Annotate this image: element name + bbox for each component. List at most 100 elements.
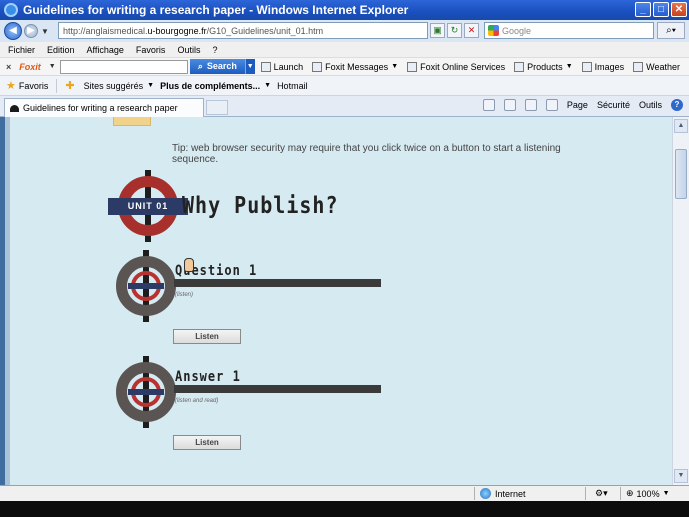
compatibility-icon[interactable]: ▣ — [430, 23, 445, 38]
favorites-button[interactable]: Favoris — [19, 81, 49, 91]
foxit-search-button[interactable]: ⌕ Search — [189, 59, 245, 74]
mail-icon[interactable] — [524, 99, 537, 111]
magnifier-icon: ⌕ — [197, 61, 203, 71]
back-button[interactable]: ◀ — [4, 22, 22, 40]
minimize-icon[interactable]: _ — [635, 2, 651, 17]
page-content: Tip: web browser security may require th… — [0, 117, 689, 485]
roundel-bar — [128, 389, 164, 395]
favorites-star-icon: ★ — [6, 80, 16, 92]
scroll-up-icon[interactable]: ▲ — [674, 119, 688, 133]
foxit-search-label: Search — [206, 61, 237, 71]
online-services-icon — [407, 61, 418, 72]
scroll-down-icon[interactable]: ▼ — [674, 469, 688, 483]
add-favorite-icon[interactable]: ✚ — [65, 79, 74, 92]
help-icon[interactable]: ? — [671, 99, 683, 111]
scroll-thumb[interactable] — [675, 149, 687, 199]
close-icon[interactable]: ✕ — [671, 2, 687, 17]
messages-icon — [312, 61, 323, 72]
new-tab-button[interactable] — [206, 100, 228, 115]
foxit-logo[interactable]: Foxit — [19, 62, 41, 72]
question-underline — [174, 279, 381, 287]
print-icon[interactable] — [545, 99, 558, 111]
suggested-sites-link[interactable]: Sites suggérés — [84, 81, 144, 91]
home-icon[interactable] — [482, 99, 495, 111]
search-input[interactable]: Google — [484, 22, 654, 39]
divider — [474, 487, 475, 500]
unit-title: Why Publish? — [182, 191, 339, 219]
images-icon — [581, 61, 592, 72]
more-addons-link[interactable]: Plus de compléments... — [160, 81, 260, 91]
foxit-images[interactable]: Images — [581, 61, 624, 72]
menu-edition[interactable]: Edition — [47, 45, 75, 55]
address-bar[interactable]: http://anglaismedical. u-bourgogne.fr/G10… — [58, 22, 428, 39]
unit-badge: UNIT 01 — [108, 198, 188, 215]
refresh-icon[interactable]: ↻ — [447, 23, 462, 38]
zone-label: Internet — [495, 488, 526, 499]
tip-text: Tip: web browser security may require th… — [172, 143, 561, 165]
url-domain: u-bourgogne.fr — [147, 25, 207, 36]
foxit-messages-label: Foxit Messages — [325, 61, 389, 72]
page-favicon-icon — [10, 104, 19, 112]
foxit-search-dropdown-icon[interactable]: ▼ — [244, 59, 255, 74]
forward-button[interactable]: ▶ — [24, 24, 38, 38]
chevron-down-icon: ▼ — [391, 63, 399, 70]
products-icon — [514, 61, 525, 72]
stop-icon[interactable]: ✕ — [464, 23, 479, 38]
question-subtitle: (listen) — [175, 292, 194, 298]
tab-row: Guidelines for writing a research paper … — [0, 95, 689, 117]
top-tab-decoration — [113, 117, 151, 126]
security-menu[interactable]: Sécurité — [597, 100, 630, 110]
answer-listen-button[interactable]: Listen — [173, 435, 241, 450]
divider — [620, 487, 621, 500]
foxit-dropdown-icon[interactable]: ▼ — [49, 63, 56, 70]
foxit-launch[interactable]: Launch — [260, 61, 303, 72]
foxit-toolbar: × Foxit ▼ ⌕ Search ▼ Launch Foxit Messag… — [0, 57, 689, 75]
search-placeholder: Google — [502, 25, 532, 36]
maximize-icon[interactable]: □ — [653, 2, 669, 17]
taskbar — [0, 501, 689, 517]
question-listen-button[interactable]: Listen — [173, 329, 241, 344]
menu-bar: Fichier Edition Affichage Favoris Outils… — [0, 42, 689, 57]
search-icon[interactable]: ⌕▾ — [657, 22, 685, 39]
chevron-down-icon: ▼ — [147, 82, 155, 89]
globe-icon — [480, 488, 491, 499]
roundel-bar — [128, 283, 164, 289]
tools-menu[interactable]: Outils — [639, 100, 662, 110]
foxit-weather-label: Weather — [646, 61, 680, 72]
foxit-online-services[interactable]: Foxit Online Services — [407, 61, 506, 72]
page-menu[interactable]: Page — [567, 100, 588, 110]
answer-underline — [174, 385, 381, 393]
foxit-online-services-label: Foxit Online Services — [420, 61, 506, 72]
tab-active[interactable]: Guidelines for writing a research paper — [4, 98, 204, 117]
url-prefix: http://anglaismedical. — [63, 25, 148, 36]
security-zone[interactable]: Internet — [480, 488, 526, 499]
menu-fichier[interactable]: Fichier — [8, 45, 35, 55]
hand-cursor-icon — [184, 258, 194, 272]
foxit-close-icon[interactable]: × — [6, 62, 11, 72]
window-controls: _ □ ✕ — [635, 2, 687, 17]
foxit-products[interactable]: Products ▼ — [514, 61, 573, 72]
chevron-down-icon: ▼ — [662, 490, 670, 497]
feeds-icon[interactable] — [503, 99, 516, 111]
protected-mode-icon[interactable]: ⚙▾ — [595, 488, 608, 499]
menu-affichage[interactable]: Affichage — [87, 45, 124, 55]
divider — [56, 78, 58, 93]
left-band — [5, 117, 10, 485]
favorites-bar: ★ Favoris ✚ Sites suggérés ▼ Plus de com… — [0, 75, 689, 95]
address-row: ◀ ▶ ▼ http://anglaismedical. u-bourgogne.… — [0, 20, 689, 42]
zoom-control[interactable]: ⊕ 100% ▼ — [626, 488, 670, 499]
foxit-weather[interactable]: Weather — [633, 61, 680, 72]
foxit-messages[interactable]: Foxit Messages ▼ — [312, 61, 399, 72]
foxit-search-input[interactable] — [59, 59, 188, 74]
hotmail-link[interactable]: Hotmail — [277, 81, 308, 91]
vertical-scrollbar[interactable]: ▲ ▼ — [672, 117, 689, 485]
menu-outils[interactable]: Outils — [177, 45, 200, 55]
menu-favoris[interactable]: Favoris — [136, 45, 166, 55]
history-dropdown-icon[interactable]: ▼ — [41, 27, 49, 36]
zoom-level: 100% — [636, 488, 660, 499]
status-bar: Internet ⚙▾ ⊕ 100% ▼ — [0, 485, 689, 501]
weather-icon — [633, 61, 644, 72]
answer-subtitle: (listen and read) — [175, 398, 219, 404]
menu-help[interactable]: ? — [212, 45, 217, 55]
answer-title: Answer 1 — [175, 367, 241, 385]
